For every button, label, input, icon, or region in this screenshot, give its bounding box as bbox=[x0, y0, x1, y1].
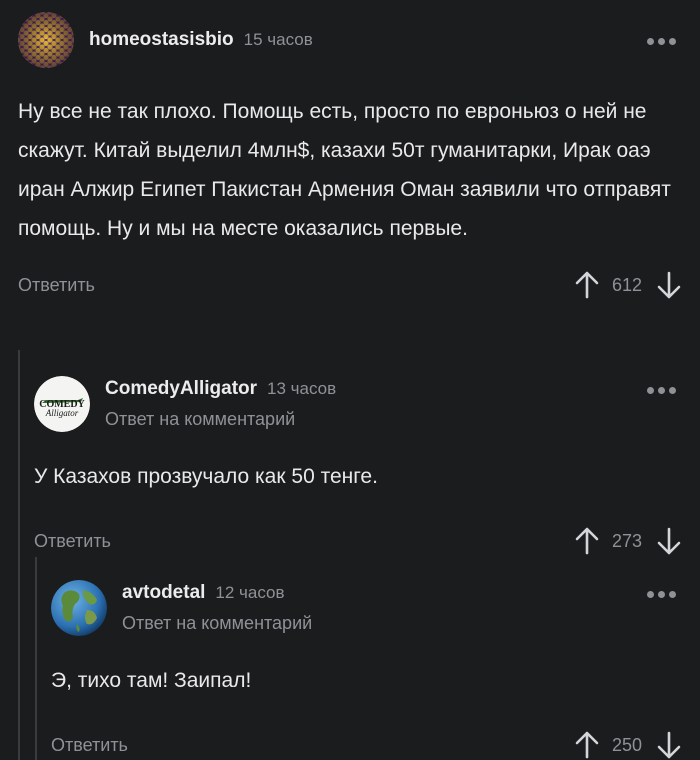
comments-page: homeostasisbio 15 часов Ну все не так пл… bbox=[0, 0, 700, 760]
comment-actions: Ответить 273 bbox=[34, 521, 682, 561]
avatar[interactable] bbox=[18, 12, 74, 68]
more-dots-icon[interactable] bbox=[647, 387, 676, 394]
comment-actions: Ответить 612 bbox=[18, 265, 682, 305]
name-row: homeostasisbio 15 часов bbox=[89, 29, 313, 51]
comment-header: COMEDY Alligator ComedyAlligator 13 часо… bbox=[34, 376, 682, 434]
vote-controls: 612 bbox=[574, 270, 682, 300]
username[interactable]: homeostasisbio bbox=[89, 29, 234, 51]
username[interactable]: ComedyAlligator bbox=[105, 378, 257, 400]
vote-score: 250 bbox=[611, 734, 642, 755]
more-dots-icon[interactable] bbox=[647, 38, 676, 45]
comment-text: Э, тихо там! Заипал! bbox=[51, 669, 252, 692]
thread-line[interactable] bbox=[35, 557, 37, 760]
comment: avtodetal 12 часов Ответ на комментарий … bbox=[51, 580, 682, 760]
arrow-up-icon[interactable] bbox=[574, 526, 600, 556]
arrow-up-icon[interactable] bbox=[574, 270, 600, 300]
vote-score: 612 bbox=[611, 274, 642, 295]
arrow-down-icon[interactable] bbox=[656, 526, 682, 556]
comment-text: Ну все не так плохо. Помощь есть, просто… bbox=[18, 100, 671, 240]
reply-to-link[interactable]: Ответ на комментарий bbox=[122, 613, 312, 634]
vote-score: 273 bbox=[611, 530, 642, 551]
arrow-down-icon[interactable] bbox=[656, 270, 682, 300]
more-dots-icon[interactable] bbox=[647, 591, 676, 598]
reply-button[interactable]: Ответить bbox=[34, 531, 111, 552]
comment: COMEDY Alligator ComedyAlligator 13 часо… bbox=[34, 376, 682, 561]
comment-header: homeostasisbio 15 часов bbox=[18, 12, 682, 70]
comment: homeostasisbio 15 часов Ну все не так пл… bbox=[18, 12, 682, 305]
avatar-logo-text: Alligator bbox=[45, 408, 79, 418]
avatar[interactable]: COMEDY Alligator bbox=[34, 376, 90, 432]
timestamp: 12 часов bbox=[215, 583, 285, 602]
thread-line[interactable] bbox=[18, 350, 20, 760]
arrow-up-icon[interactable] bbox=[574, 730, 600, 760]
username[interactable]: avtodetal bbox=[122, 582, 205, 604]
reply-button[interactable]: Ответить bbox=[51, 735, 128, 756]
timestamp: 15 часов bbox=[243, 30, 313, 49]
comment-header: avtodetal 12 часов Ответ на комментарий bbox=[51, 580, 682, 638]
arrow-down-icon[interactable] bbox=[656, 730, 682, 760]
comment-text: У Казахов прозвучало как 50 тенге. bbox=[34, 465, 378, 488]
timestamp: 13 часов bbox=[267, 379, 337, 398]
comment-meta: avtodetal 12 часов Ответ на комментарий bbox=[122, 580, 312, 634]
name-row: ComedyAlligator 13 часов bbox=[105, 378, 336, 400]
vote-controls: 250 bbox=[574, 730, 682, 760]
reply-to-link[interactable]: Ответ на комментарий bbox=[105, 409, 336, 430]
avatar[interactable] bbox=[51, 580, 107, 636]
comment-meta: ComedyAlligator 13 часов Ответ на коммен… bbox=[105, 376, 336, 430]
comment-meta: homeostasisbio 15 часов bbox=[89, 12, 313, 51]
name-row: avtodetal 12 часов bbox=[122, 582, 312, 604]
comment-actions: Ответить 250 bbox=[51, 725, 682, 760]
reply-button[interactable]: Ответить bbox=[18, 275, 95, 296]
vote-controls: 273 bbox=[574, 526, 682, 556]
